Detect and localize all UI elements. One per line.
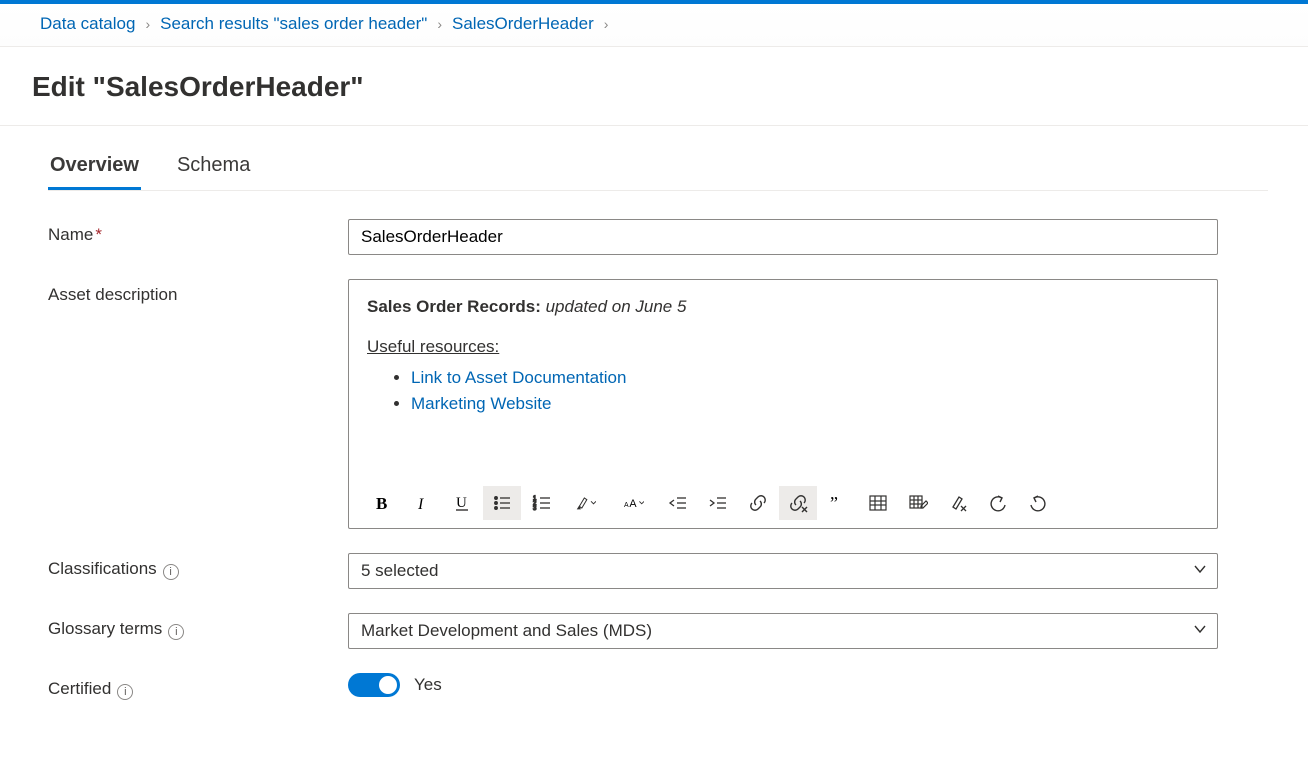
undo-icon[interactable] xyxy=(979,486,1017,520)
list-item: Marketing Website xyxy=(411,391,1199,417)
classifications-label: Classificationsi xyxy=(48,553,348,580)
name-input[interactable] xyxy=(348,219,1218,255)
tabs: Overview Schema xyxy=(48,126,1268,191)
svg-text:3: 3 xyxy=(533,506,537,512)
desc-resources-heading: Useful resources: xyxy=(367,337,499,356)
link-icon[interactable] xyxy=(739,486,777,520)
breadcrumb-link-salesorderheader[interactable]: SalesOrderHeader xyxy=(452,14,594,34)
svg-text:B: B xyxy=(376,494,387,513)
desc-heading-italic: updated on June 5 xyxy=(541,297,687,316)
svg-text:I: I xyxy=(417,496,424,513)
certified-toggle[interactable] xyxy=(348,673,400,697)
required-indicator: * xyxy=(95,225,102,244)
breadcrumb: Data catalog › Search results "sales ord… xyxy=(0,4,1308,47)
rich-text-body[interactable]: Sales Order Records: updated on June 5 U… xyxy=(349,280,1217,480)
edit-table-icon[interactable] xyxy=(899,486,937,520)
page-title: Edit "SalesOrderHeader" xyxy=(0,47,1308,126)
asset-description-label: Asset description xyxy=(48,279,348,305)
chevron-right-icon: › xyxy=(604,16,609,32)
link-marketing-website[interactable]: Marketing Website xyxy=(411,394,551,413)
underline-icon[interactable]: U xyxy=(443,486,481,520)
tab-overview[interactable]: Overview xyxy=(48,154,141,190)
chevron-down-icon xyxy=(1193,561,1207,581)
bold-icon[interactable]: B xyxy=(363,486,401,520)
desc-heading-bold: Sales Order Records: xyxy=(367,297,541,316)
info-icon[interactable]: i xyxy=(168,624,184,640)
certified-value: Yes xyxy=(414,675,442,695)
glossary-terms-label: Glossary termsi xyxy=(48,613,348,640)
svg-text:A: A xyxy=(624,502,629,509)
chevron-right-icon: › xyxy=(145,16,150,32)
italic-icon[interactable]: I xyxy=(403,486,441,520)
insert-table-icon[interactable] xyxy=(859,486,897,520)
certified-label: Certifiedi xyxy=(48,673,348,700)
svg-text:A: A xyxy=(629,498,637,510)
highlight-color-icon[interactable] xyxy=(563,486,609,520)
classifications-dropdown[interactable]: 5 selected xyxy=(348,553,1218,589)
name-label: Name* xyxy=(48,219,348,245)
desc-links-list: Link to Asset Documentation Marketing We… xyxy=(411,365,1199,418)
indent-icon[interactable] xyxy=(699,486,737,520)
classifications-value: 5 selected xyxy=(361,561,439,581)
font-size-icon[interactable]: AA xyxy=(611,486,657,520)
info-icon[interactable]: i xyxy=(163,564,179,580)
chevron-right-icon: › xyxy=(437,16,442,32)
svg-text:U: U xyxy=(456,495,467,511)
clear-format-icon[interactable] xyxy=(939,486,977,520)
list-item: Link to Asset Documentation xyxy=(411,365,1199,391)
numbered-list-icon[interactable]: 123 xyxy=(523,486,561,520)
link-asset-documentation[interactable]: Link to Asset Documentation xyxy=(411,368,626,387)
outdent-icon[interactable] xyxy=(659,486,697,520)
svg-text:”: ” xyxy=(830,493,838,513)
rich-text-toolbar: B I U 123 AA ” xyxy=(349,480,1217,528)
rich-text-editor: Sales Order Records: updated on June 5 U… xyxy=(348,279,1218,529)
info-icon[interactable]: i xyxy=(117,684,133,700)
breadcrumb-link-search-results[interactable]: Search results "sales order header" xyxy=(160,14,427,34)
glossary-terms-dropdown[interactable]: Market Development and Sales (MDS) xyxy=(348,613,1218,649)
redo-icon[interactable] xyxy=(1019,486,1057,520)
breadcrumb-link-data-catalog[interactable]: Data catalog xyxy=(40,14,135,34)
unlink-icon[interactable] xyxy=(779,486,817,520)
glossary-terms-value: Market Development and Sales (MDS) xyxy=(361,621,652,641)
quote-icon[interactable]: ” xyxy=(819,486,857,520)
tab-schema[interactable]: Schema xyxy=(175,154,252,190)
bulleted-list-icon[interactable] xyxy=(483,486,521,520)
chevron-down-icon xyxy=(1193,621,1207,641)
